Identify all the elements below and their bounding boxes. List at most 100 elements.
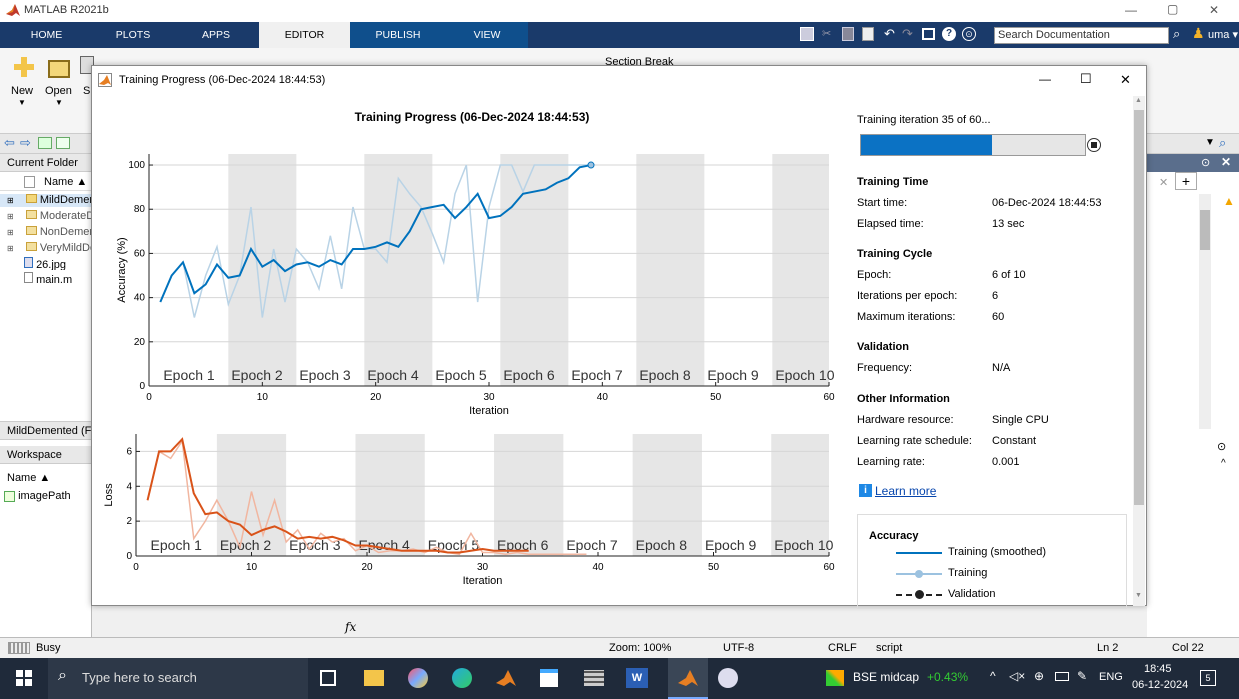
open-dropdown-icon[interactable]: ▼	[55, 98, 63, 107]
tab-close-icon[interactable]: ✕	[1159, 176, 1168, 189]
folder-column-header[interactable]: Name ▲	[0, 173, 92, 191]
open-icon[interactable]	[48, 60, 70, 78]
tab-apps[interactable]: APPS	[173, 22, 259, 48]
edge-icon[interactable]	[452, 668, 472, 688]
legend-title: Accuracy	[869, 530, 919, 542]
paste-icon[interactable]	[862, 27, 874, 41]
new-button[interactable]: New	[11, 85, 33, 97]
expand-icon[interactable]: ⊞	[7, 244, 14, 253]
dialog-maximize-button[interactable]: ☐	[1080, 71, 1092, 87]
copy-icon[interactable]	[842, 27, 854, 41]
epoch-label: Epoch 10	[775, 367, 834, 383]
workspace-variable[interactable]: imagePath	[4, 490, 92, 504]
network-icon[interactable]: ⊕	[1034, 669, 1044, 683]
path-search-icon[interactable]: ⌕	[1219, 135, 1226, 151]
close-button[interactable]: ✕	[1209, 3, 1219, 17]
search-icon[interactable]: ⌕	[1173, 26, 1180, 42]
up-folder-icon[interactable]	[38, 137, 52, 149]
settings-icon[interactable]: ⊙	[962, 27, 976, 41]
iteration-text: Training iteration 35 of 60...	[857, 114, 991, 126]
search-documentation-input[interactable]: Search Documentation	[994, 27, 1169, 44]
clock-date[interactable]: 06-12-2024	[1132, 679, 1188, 691]
battery-icon[interactable]	[1055, 672, 1069, 681]
hardware-value: Single CPU	[992, 414, 1049, 426]
maximize-button[interactable]: ▢	[1167, 2, 1178, 16]
tab-plots[interactable]: PLOTS	[93, 22, 173, 48]
name-column-label[interactable]: Name ▲	[44, 176, 87, 188]
volume-icon[interactable]: ◁×	[1009, 669, 1025, 683]
file-item[interactable]: ⊞ VeryMildDemented	[0, 242, 92, 255]
minimize-button[interactable]: —	[1125, 3, 1137, 17]
switch-windows-icon[interactable]	[922, 28, 935, 40]
matlab-active-icon[interactable]	[668, 658, 708, 699]
paint-icon[interactable]	[718, 668, 738, 688]
workspace-name-column[interactable]: Name ▲	[7, 472, 50, 484]
command-prompt-fx[interactable]: fx	[345, 620, 356, 634]
add-tab-button[interactable]: +	[1175, 172, 1197, 190]
user-menu[interactable]: uma ▾	[1208, 28, 1238, 41]
redo-icon[interactable]: ↷	[902, 26, 913, 42]
stock-chart-icon	[826, 670, 844, 686]
panel-collapse-icon[interactable]: ⊙	[1217, 440, 1226, 453]
back-icon[interactable]: ⇦	[4, 135, 15, 151]
file-item[interactable]: ⊞ NonDemented	[0, 226, 92, 239]
browse-folder-icon[interactable]	[56, 137, 70, 149]
save-button-label[interactable]: S	[83, 85, 90, 97]
epoch-label: Epoch 9	[707, 367, 759, 383]
stop-training-button[interactable]	[1087, 138, 1101, 152]
file-item[interactable]: 26.jpg	[0, 257, 92, 270]
zoom-status: Zoom: 100%	[609, 642, 672, 654]
save-icon[interactable]	[800, 27, 814, 41]
undo-icon[interactable]: ↶	[884, 26, 895, 42]
tab-publish[interactable]: PUBLISH	[350, 22, 446, 48]
app-taskbar-icon[interactable]	[584, 670, 604, 686]
language-indicator[interactable]: ENG	[1099, 671, 1123, 683]
tab-view[interactable]: VIEW	[446, 22, 528, 48]
copilot-icon[interactable]	[408, 668, 428, 688]
details-header[interactable]: MildDemented (F	[0, 421, 92, 440]
tray-chevron-icon[interactable]: ^	[990, 669, 996, 683]
panel-close-icon[interactable]: ✕	[1221, 155, 1231, 169]
expand-icon[interactable]: ⊞	[7, 212, 14, 221]
tab-editor[interactable]: EDITOR	[259, 22, 350, 48]
forward-icon[interactable]: ⇨	[20, 135, 31, 151]
panel-options-icon[interactable]: ⊙	[1201, 156, 1210, 169]
pen-icon[interactable]: ✎	[1077, 669, 1087, 683]
file-item[interactable]: main.m	[0, 272, 92, 285]
cut-icon[interactable]: ✂	[822, 27, 834, 41]
folder-icon	[25, 194, 37, 203]
new-dropdown-icon[interactable]: ▼	[18, 98, 26, 107]
open-button[interactable]: Open	[45, 85, 72, 97]
path-dropdown-icon[interactable]: ▼	[1205, 137, 1215, 148]
dialog-close-button[interactable]: ✕	[1120, 72, 1131, 88]
workspace-header[interactable]: Workspace	[0, 446, 92, 464]
scroll-up-icon[interactable]: ^	[1221, 458, 1226, 469]
file-item[interactable]: ⊞ ModerateDemented	[0, 210, 92, 223]
task-view-icon[interactable]	[320, 670, 336, 686]
scroll-up-arrow-icon[interactable]: ▲	[1135, 97, 1142, 104]
notification-icon[interactable]: ♟	[1192, 25, 1205, 42]
epoch-label: Epoch 7	[566, 537, 618, 553]
expand-icon[interactable]: ⊞	[7, 228, 14, 237]
warning-icon[interactable]: ▲	[1223, 194, 1235, 208]
x-tick-label: 10	[246, 562, 258, 573]
taskbar-search-box[interactable]: ⌕ Type here to search	[48, 658, 308, 699]
scroll-down-arrow-icon[interactable]: ▼	[1135, 592, 1142, 599]
learn-more-link[interactable]: Learn more	[875, 484, 936, 498]
matlab-taskbar-icon[interactable]	[496, 668, 516, 688]
tab-home[interactable]: HOME	[0, 22, 93, 48]
expand-icon[interactable]: ⊞	[7, 196, 14, 205]
notification-center-icon[interactable]: 5	[1200, 670, 1216, 686]
file-explorer-icon[interactable]	[364, 670, 384, 686]
word-icon[interactable]: W	[626, 668, 648, 688]
dialog-scrollbar-thumb[interactable]	[1134, 110, 1144, 505]
file-item[interactable]: ⊞ MildDemented	[0, 194, 92, 207]
dialog-minimize-button[interactable]: —	[1039, 72, 1051, 86]
help-icon[interactable]: ?	[942, 27, 956, 41]
stock-ticker[interactable]: BSE midcap	[853, 670, 919, 684]
windows-start-icon[interactable]	[16, 670, 32, 686]
new-icon[interactable]	[13, 56, 35, 78]
right-scrollbar[interactable]	[1199, 194, 1211, 429]
clock-time[interactable]: 18:45	[1144, 663, 1172, 675]
store-icon[interactable]	[540, 669, 558, 687]
